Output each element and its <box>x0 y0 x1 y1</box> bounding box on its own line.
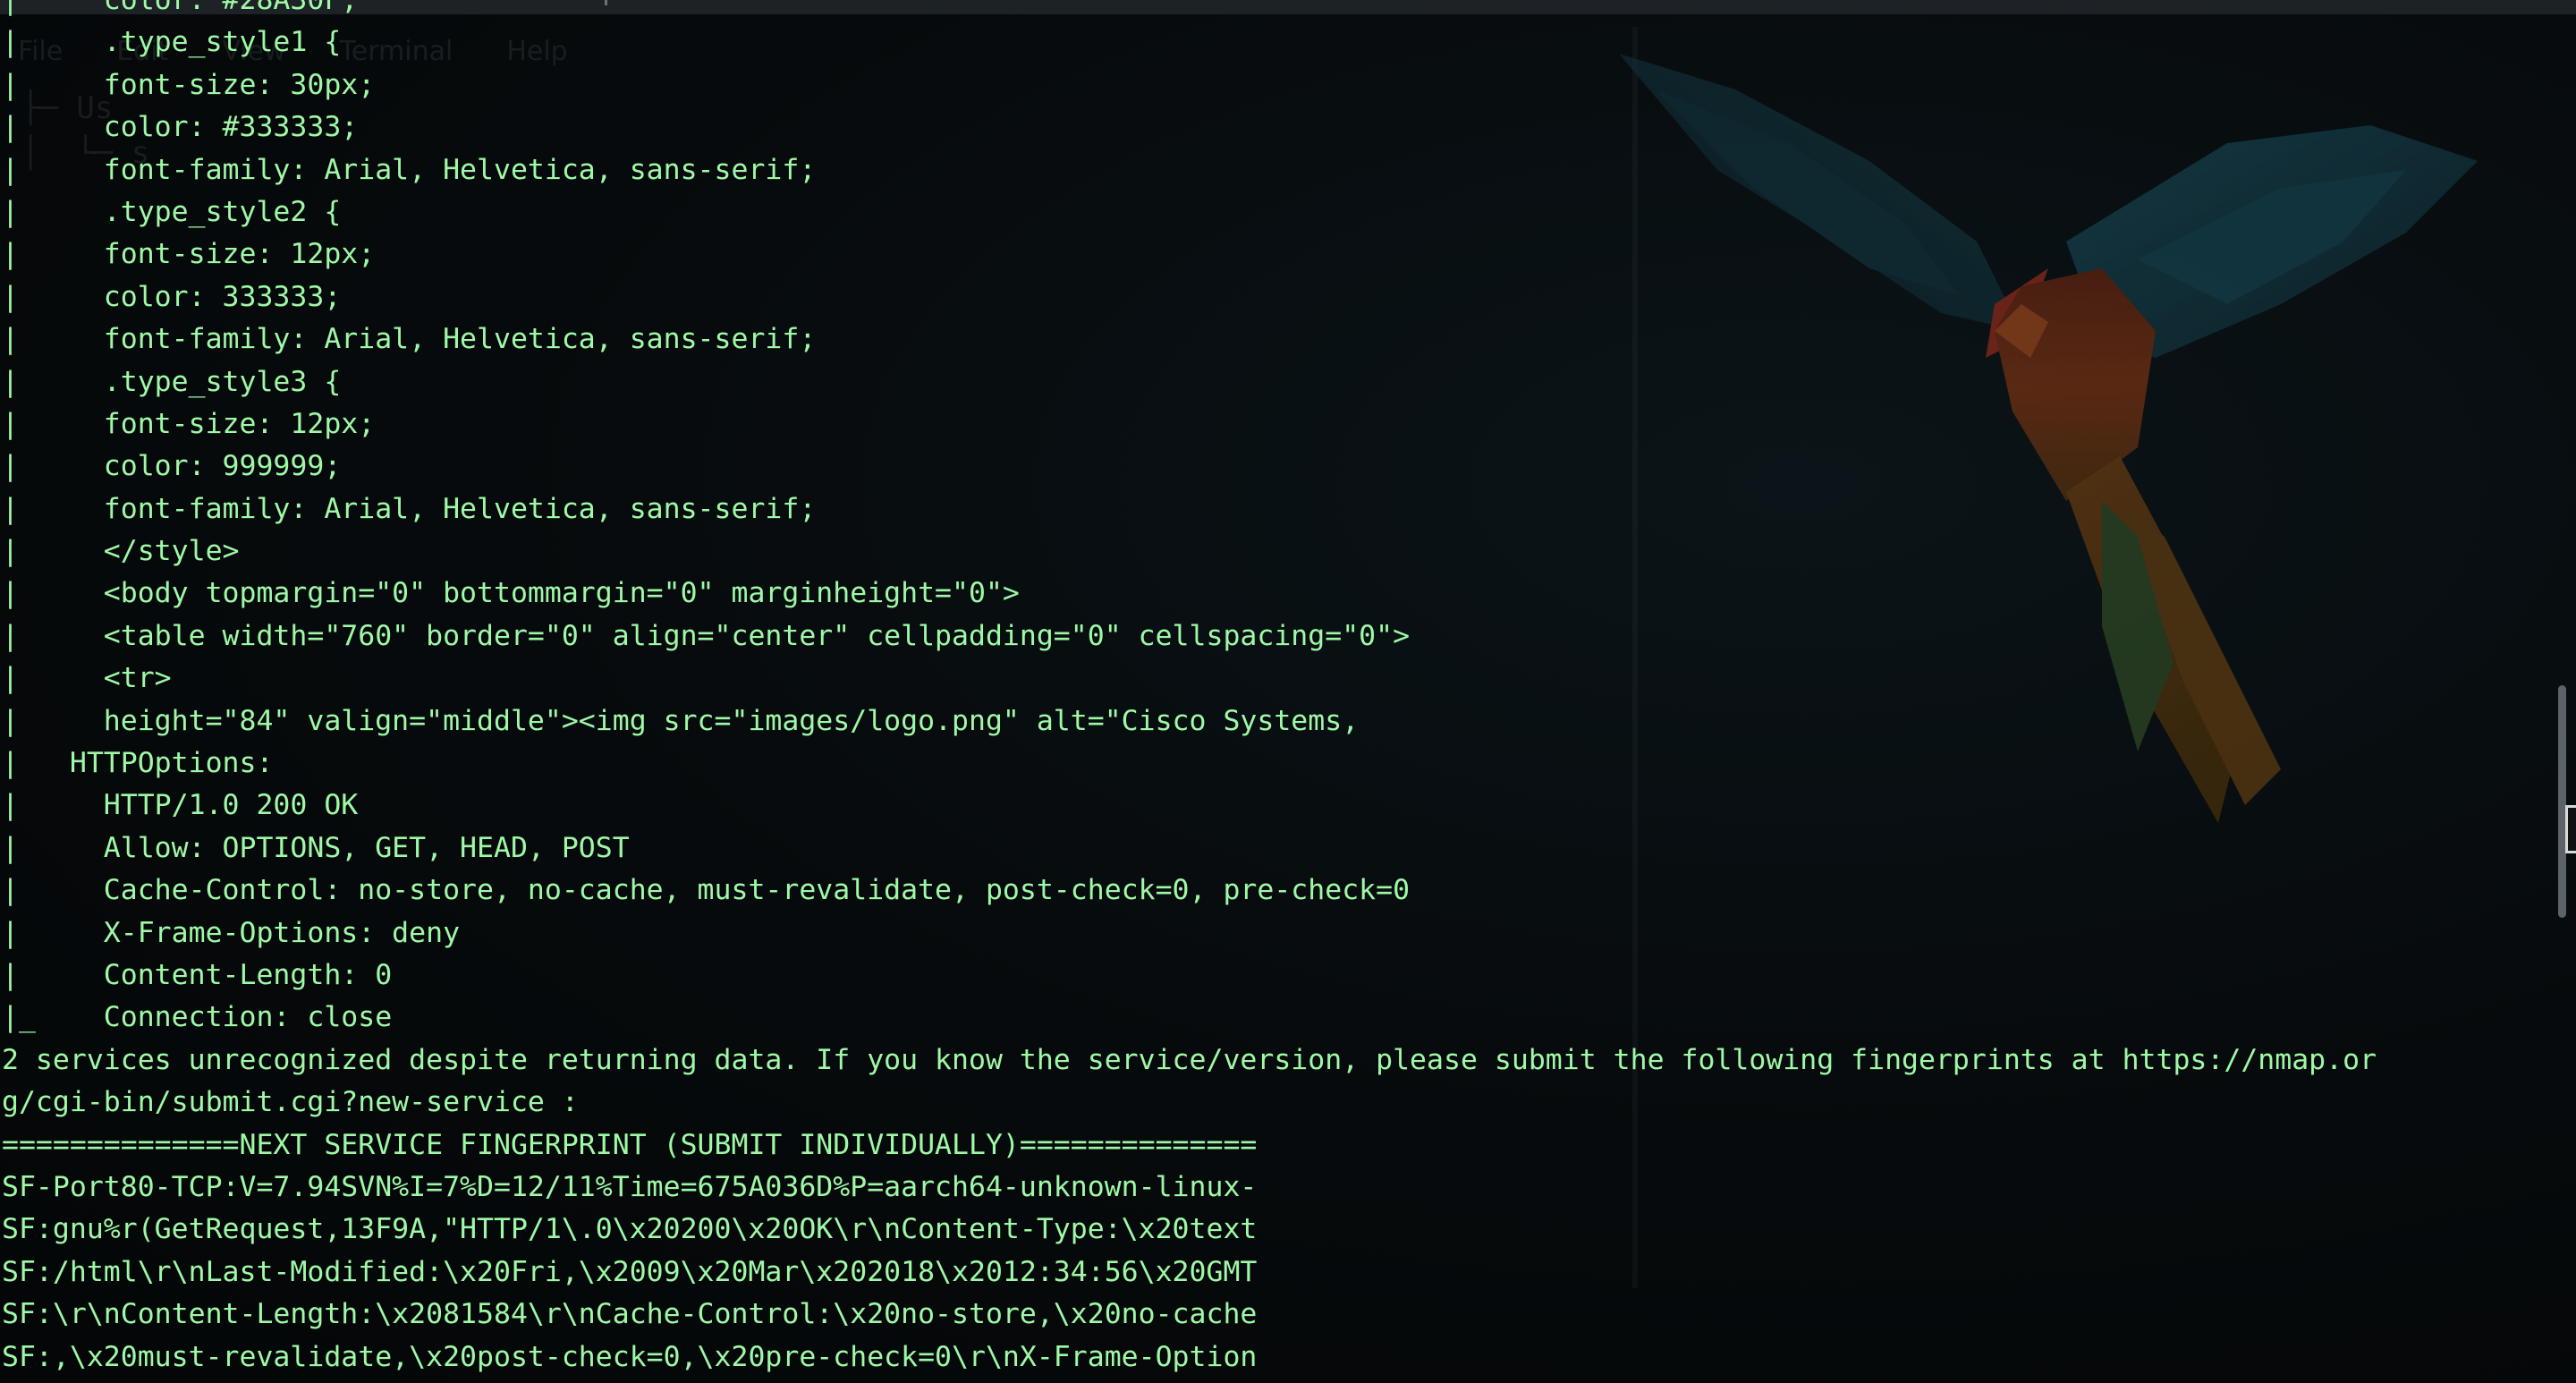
terminal-line: SF:\r\nContent-Length:\x2081584\r\nCache… <box>2 1298 1258 1331</box>
terminal-line: | color: 999999; <box>2 450 342 483</box>
terminal-line: 2 services unrecognized despite returnin… <box>2 1043 2377 1076</box>
terminal-line: | font-family: Arial, Helvetica, sans-se… <box>2 323 817 356</box>
terminal-scrollbar[interactable] <box>2555 14 2571 1383</box>
terminal-line: | HTTP/1.0 200 OK <box>2 789 359 822</box>
terminal-line: | font-size: 12px; <box>2 238 376 271</box>
desktop-screen: File Edit View Terminal Help ├─ Us │ └─ s <box>0 0 2576 1383</box>
terminal-output[interactable]: | color: #28A30F; | .type_style1 { | font-… <box>2 0 2377 1379</box>
terminal-line: | font-family: Arial, Helvetica, sans-se… <box>2 492 817 525</box>
terminal-line: | font-size: 12px; <box>2 407 376 440</box>
terminal-line: | color: #333333; <box>2 111 359 144</box>
terminal-line: SF:/html\r\nLast-Modified:\x20Fri,\x2009… <box>2 1255 1258 1288</box>
terminal-line: g/cgi-bin/submit.cgi?new-service : <box>2 1086 579 1119</box>
terminal-line: |_ Connection: close <box>2 1001 393 1034</box>
terminal-line: | <body topmargin="0" bottommargin="0" m… <box>2 577 1020 610</box>
terminal-line: | </style> <box>2 535 240 568</box>
terminal-line: | height="84" valign="middle"><img src="… <box>2 704 1360 737</box>
terminal-line: | Cache-Control: no-store, no-cache, mus… <box>2 874 1411 907</box>
terminal-line: | .type_style3 { <box>2 365 342 398</box>
terminal-line: | .type_style2 { <box>2 195 342 228</box>
terminal-line: | X-Frame-Options: deny <box>2 916 461 949</box>
terminal-line: | Allow: OPTIONS, GET, HEAD, POST <box>2 831 630 864</box>
mouse-cursor-icon <box>2565 805 2576 853</box>
scrollbar-thumb[interactable] <box>2558 685 2566 918</box>
terminal-line: | color: #28A30F; <box>2 0 359 16</box>
terminal-line: | <tr> <box>2 662 172 695</box>
terminal-line: SF:,\x20must-revalidate,\x20post-check=0… <box>2 1340 1258 1373</box>
terminal-line: | font-size: 30px; <box>2 68 376 101</box>
terminal-line: SF-Port80-TCP:V=7.94SVN%I=7%D=12/11%Time… <box>2 1170 1258 1203</box>
terminal-line: | font-family: Arial, Helvetica, sans-se… <box>2 153 817 186</box>
terminal-line: | <table width="760" border="0" align="c… <box>2 619 1411 652</box>
terminal-line: | .type_style1 { <box>2 26 342 59</box>
terminal-line: | HTTPOptions: <box>2 747 274 780</box>
terminal-line: SF:gnu%r(GetRequest,13F9A,"HTTP/1\.0\x20… <box>2 1213 1258 1246</box>
terminal-line: | Content-Length: 0 <box>2 958 393 991</box>
terminal-line: | color: 333333; <box>2 280 342 313</box>
terminal-line: ==============NEXT SERVICE FINGERPRINT (… <box>2 1128 1258 1161</box>
